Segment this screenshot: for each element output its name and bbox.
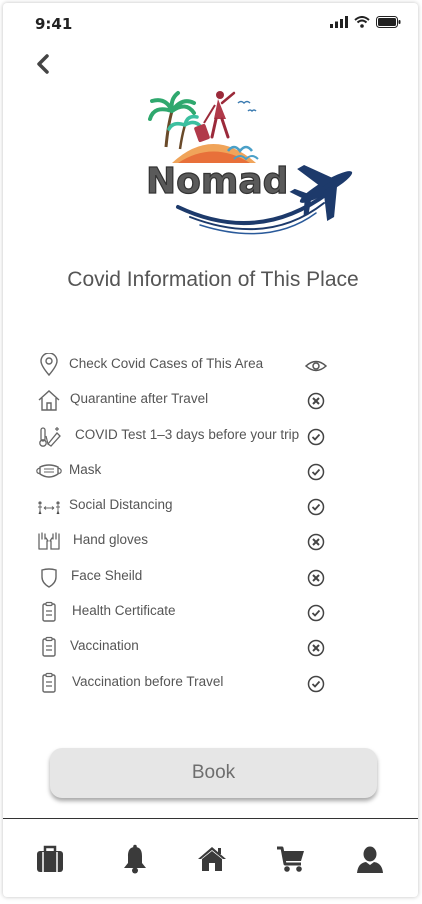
page-title: Covid Information of This Place	[67, 268, 359, 291]
bell-icon	[124, 844, 146, 874]
bottom-nav	[3, 818, 418, 897]
status-bar: 9:41	[3, 3, 418, 43]
clipboard-icon	[42, 672, 56, 693]
x-circle-icon	[307, 393, 325, 410]
requirement-label: Hand gloves	[73, 532, 149, 548]
thermometer-syringe-icon	[39, 426, 61, 447]
logo-wordmark: Nomad	[146, 161, 288, 202]
nav-item-cart[interactable]	[275, 843, 307, 875]
status-icons	[330, 16, 401, 28]
wifi-icon	[354, 16, 370, 28]
list-item: Face Sheild	[33, 561, 343, 596]
book-button[interactable]: Book	[50, 748, 377, 798]
requirement-label: Social Distancing	[69, 497, 173, 513]
location-pin-icon	[40, 353, 58, 377]
requirement-label: COVID Test 1–3 days before your trip	[75, 426, 300, 442]
x-circle-icon	[307, 640, 325, 657]
check-circle-icon	[307, 498, 325, 516]
x-circle-icon	[307, 534, 325, 551]
requirement-label: Face Sheild	[71, 567, 143, 583]
requirement-label: Vaccination before Travel	[72, 673, 224, 689]
nav-item-home[interactable]	[196, 843, 228, 875]
home-icon	[198, 847, 226, 871]
status-time: 9:41	[35, 15, 73, 33]
nav-item-profile[interactable]	[354, 843, 386, 875]
user-icon	[357, 846, 383, 873]
list-item: Vaccination before Travel	[33, 667, 343, 702]
list-item: Hand gloves	[33, 525, 343, 560]
phone-screen: 9:41 Nomad Covid Information of This Pla…	[3, 3, 418, 897]
house-icon	[38, 390, 60, 411]
list-item: Social Distancing	[33, 490, 343, 525]
shield-icon	[41, 568, 57, 588]
list-item: Check Covid Cases of This Area	[33, 349, 343, 384]
mask-icon	[36, 464, 62, 478]
requirement-label: Vaccination	[70, 638, 139, 654]
requirement-label: Mask	[69, 461, 102, 477]
requirement-label: Health Certificate	[72, 603, 176, 619]
signal-icon	[330, 16, 348, 28]
list-item: Vaccination	[33, 631, 343, 666]
requirement-label: Check Covid Cases of This Area	[69, 356, 264, 371]
check-circle-icon	[307, 675, 325, 692]
check-circle-icon	[307, 463, 325, 481]
cart-icon	[277, 846, 304, 872]
covid-requirements-list: Check Covid Cases of This Area Quarantin…	[33, 349, 343, 702]
clipboard-icon	[42, 637, 56, 658]
battery-icon	[376, 16, 401, 28]
back-button[interactable]	[31, 49, 57, 79]
list-item: COVID Test 1–3 days before your trip	[33, 420, 343, 455]
x-circle-icon	[307, 569, 325, 587]
eye-icon[interactable]	[305, 357, 327, 375]
check-circle-icon	[307, 428, 325, 445]
social-distancing-icon	[38, 501, 60, 515]
list-item: Quarantine after Travel	[33, 384, 343, 419]
requirement-label: Quarantine after Travel	[70, 391, 209, 407]
check-circle-icon	[307, 604, 325, 622]
chevron-left-icon	[37, 54, 49, 74]
nav-item-notifications[interactable]	[119, 843, 151, 875]
list-item: Health Certificate	[33, 596, 343, 631]
nomad-logo: Nomad	[145, 91, 353, 235]
gloves-icon	[38, 532, 60, 551]
nav-item-trips[interactable]	[34, 843, 66, 875]
clipboard-icon	[42, 601, 56, 622]
list-item: Mask	[33, 455, 343, 490]
briefcase-icon	[37, 845, 63, 872]
